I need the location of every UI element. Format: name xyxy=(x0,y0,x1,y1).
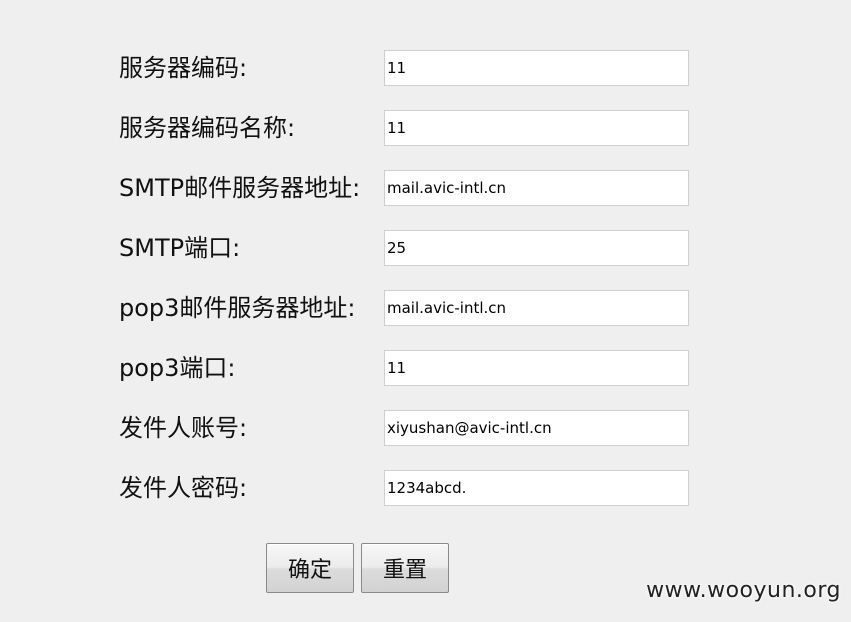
smtp-server-address-label: SMTP邮件服务器地址: xyxy=(119,174,361,202)
smtp-server-address-input[interactable] xyxy=(384,170,689,206)
sender-password-label: 发件人密码: xyxy=(119,474,248,502)
sender-account-label: 发件人账号: xyxy=(119,414,248,442)
pop3-server-address-row: pop3邮件服务器地址: xyxy=(119,290,699,326)
sender-password-input[interactable] xyxy=(384,470,689,506)
confirm-button[interactable]: 确定 xyxy=(266,543,354,593)
smtp-port-label: SMTP端口: xyxy=(119,234,241,262)
sender-account-input[interactable] xyxy=(384,410,689,446)
smtp-server-address-row: SMTP邮件服务器地址: xyxy=(119,170,699,206)
smtp-port-row: SMTP端口: xyxy=(119,230,699,266)
sender-account-row: 发件人账号: xyxy=(119,410,699,446)
server-code-row: 服务器编码: xyxy=(119,50,699,86)
pop3-port-label: pop3端口: xyxy=(119,354,236,382)
pop3-port-input[interactable] xyxy=(384,350,689,386)
server-code-label: 服务器编码: xyxy=(119,54,248,82)
sender-password-row: 发件人密码: xyxy=(119,470,699,506)
smtp-port-input[interactable] xyxy=(384,230,689,266)
server-code-name-row: 服务器编码名称: xyxy=(119,110,699,146)
reset-button[interactable]: 重置 xyxy=(361,543,449,593)
mail-server-settings-form: 服务器编码: 服务器编码名称: SMTP邮件服务器地址: SMTP端口: pop… xyxy=(0,0,851,622)
pop3-server-address-input[interactable] xyxy=(384,290,689,326)
server-code-input[interactable] xyxy=(384,50,689,86)
watermark-text: www.wooyun.org xyxy=(646,578,841,603)
pop3-server-address-label: pop3邮件服务器地址: xyxy=(119,294,356,322)
pop3-port-row: pop3端口: xyxy=(119,350,699,386)
server-code-name-input[interactable] xyxy=(384,110,689,146)
server-code-name-label: 服务器编码名称: xyxy=(119,114,296,142)
